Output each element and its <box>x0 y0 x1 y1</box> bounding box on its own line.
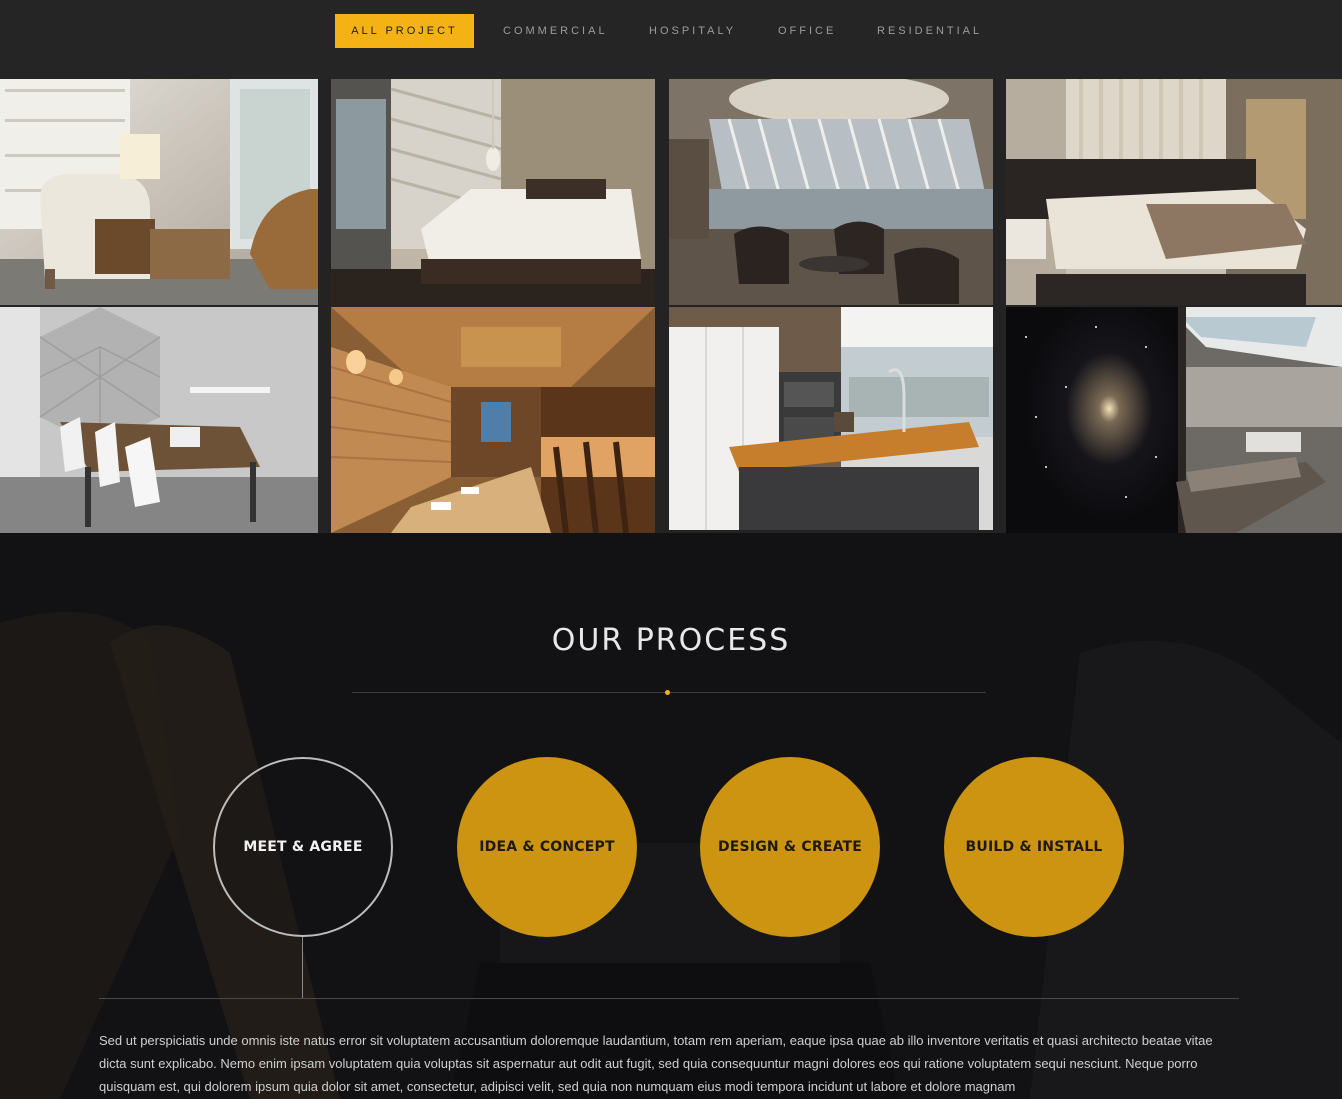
filter-office[interactable]: OFFICE <box>758 14 856 48</box>
gallery-item[interactable] <box>669 79 993 305</box>
project-gallery <box>0 79 1342 533</box>
our-process-section: OUR PROCESS MEET & AGREE IDEA & CONCEPT … <box>0 533 1342 1099</box>
process-step-label: MEET & AGREE <box>243 839 363 855</box>
gallery-item[interactable] <box>0 79 318 305</box>
filter-hospitaly[interactable]: HOSPITALY <box>629 14 756 48</box>
section-title: OUR PROCESS <box>551 623 791 658</box>
description-divider <box>99 998 1239 999</box>
project-filter-bar: ALL PROJECT COMMERCIAL HOSPITALY OFFICE … <box>0 0 1342 79</box>
gallery-item[interactable] <box>669 307 993 530</box>
filter-commercial[interactable]: COMMERCIAL <box>483 14 628 48</box>
modern-bedroom-image <box>1006 79 1342 305</box>
filter-all-project[interactable]: ALL PROJECT <box>335 14 474 48</box>
process-step-build-install[interactable]: BUILD & INSTALL <box>944 757 1124 937</box>
process-step-label: BUILD & INSTALL <box>965 839 1103 855</box>
process-step-design-create[interactable]: DESIGN & CREATE <box>700 757 880 937</box>
gallery-item[interactable] <box>1006 307 1342 533</box>
bedroom-pendant-image <box>331 79 655 305</box>
process-step-idea-concept[interactable]: IDEA & CONCEPT <box>457 757 637 937</box>
title-divider-dot <box>665 690 670 695</box>
step-connector-line <box>302 937 303 998</box>
galaxy-wall-lounge-image <box>1006 307 1342 533</box>
meeting-room-image <box>0 307 318 533</box>
process-background-image <box>0 533 1342 1099</box>
process-step-label: IDEA & CONCEPT <box>479 839 615 855</box>
gallery-item[interactable] <box>0 307 318 533</box>
filter-residential[interactable]: RESIDENTIAL <box>857 14 1002 48</box>
process-step-label: DESIGN & CREATE <box>717 839 863 855</box>
kitchen-island-image <box>669 307 993 530</box>
lounge-panoramic-window-image <box>669 79 993 305</box>
restaurant-bar-image <box>331 307 655 533</box>
gallery-item[interactable] <box>331 79 655 305</box>
living-room-chairs-image <box>0 79 318 305</box>
process-step-meet-agree[interactable]: MEET & AGREE <box>213 757 393 937</box>
process-description: Sed ut perspiciatis unde omnis iste natu… <box>99 1033 1213 1094</box>
gallery-item[interactable] <box>331 307 655 533</box>
gallery-item[interactable] <box>1006 79 1342 305</box>
